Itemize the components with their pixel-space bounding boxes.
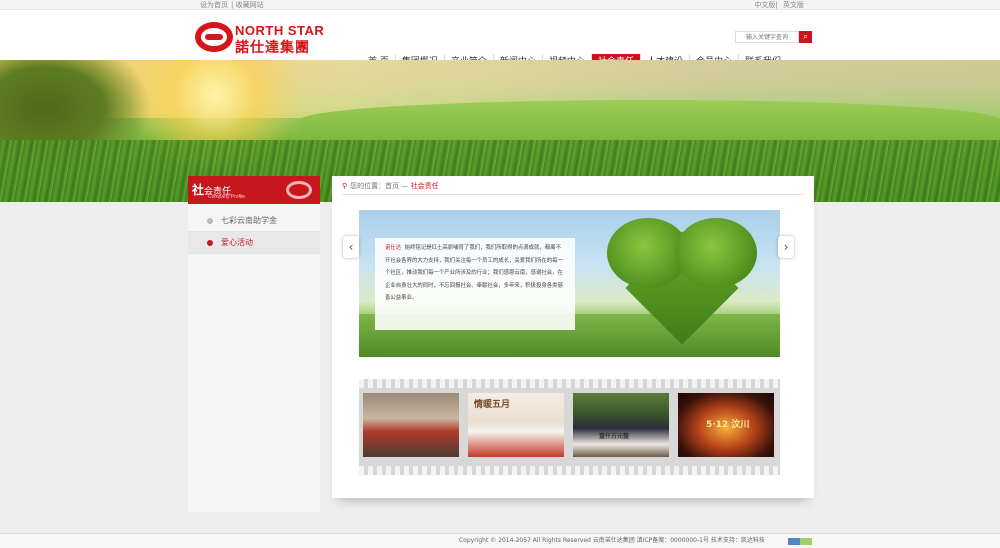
heart-tree-icon: [607, 218, 757, 345]
logo[interactable]: NORTH STAR 諾仕達集團: [195, 22, 325, 62]
bullet-icon: [207, 218, 213, 224]
header: NORTH STAR 諾仕達集團 ⌕ 首 页 集团概况 产业简介 新闻中心 视频…: [0, 10, 1000, 70]
sidebar-header: 社会责任 Company Profile: [188, 176, 320, 204]
content-panel: ⚲ 您的位置：首页 — 社会责任 诺仕达 始终铭记是红土高原哺育了我们，我们所取得…: [332, 176, 814, 498]
photo-caption: 情暖五月: [474, 400, 511, 410]
sidebar-item-charity[interactable]: 爱心活动: [188, 232, 320, 254]
intro-brand: 诺仕达: [385, 245, 402, 251]
language-switch: 中文版| 英文版: [754, 1, 804, 9]
set-homepage-link[interactable]: 设为首页: [200, 1, 228, 9]
logo-english: NORTH STAR: [235, 23, 325, 38]
children-performance-photo[interactable]: 情暖五月: [468, 393, 564, 457]
footer-copyright: Copyright © 2014-2057 All Rights Reserve…: [459, 537, 765, 544]
bullet-icon: [207, 240, 213, 246]
breadcrumb: ⚲ 您的位置：首页 — 社会责任: [342, 181, 439, 191]
top-bar: 设为首页 | 收藏网站 中文版| 英文版: [0, 0, 1000, 10]
candle-heart-photo[interactable]: 5·12 汶川: [678, 393, 774, 457]
sidebar-item-scholarship[interactable]: 七彩云南助学金: [188, 210, 320, 232]
sidebar: 社会责任 Company Profile 七彩云南助学金 爱心活动: [188, 176, 320, 512]
lang-english-link[interactable]: 英文版: [783, 1, 804, 9]
partner-badge-icon[interactable]: [788, 538, 812, 545]
intro-paragraph: 始终铭记是红土高原哺育了我们，我们所取得的点滴成就，都离不开社会各界的大力支持，…: [385, 245, 563, 301]
logo-mark-icon: [195, 22, 233, 52]
search-icon[interactable]: ⌕: [799, 31, 812, 43]
divider: [342, 194, 804, 195]
breadcrumb-prefix: 您的位置：: [350, 182, 386, 190]
sidebar-logo-icon: [286, 181, 312, 199]
photo-caption: 5·12 汶川: [706, 420, 750, 430]
lang-chinese-link[interactable]: 中文版: [754, 1, 775, 9]
sidebar-item-label: 爱心活动: [221, 238, 253, 247]
breadcrumb-home[interactable]: 首页: [385, 182, 399, 190]
photo-gallery: 情暖五月 壹仟万元整 5·12 汶川: [359, 379, 780, 475]
sidebar-subtitle: Company Profile: [208, 194, 245, 200]
footer: Copyright © 2014-2057 All Rights Reserve…: [0, 533, 1000, 548]
breadcrumb-current: 社会责任: [410, 182, 439, 190]
chevron-left-icon[interactable]: ‹: [343, 236, 359, 258]
breadcrumb-separator: —: [401, 182, 409, 190]
logo-chinese: 諾仕達集團: [235, 39, 310, 55]
search-box: ⌕: [735, 31, 812, 43]
intro-text-box: 诺仕达 始终铭记是红土高原哺育了我们，我们所取得的点滴成就，都离不开社会各界的大…: [375, 238, 575, 330]
sidebar-item-label: 七彩云南助学金: [221, 216, 277, 225]
bookmark-link[interactable]: 收藏网站: [236, 1, 264, 9]
top-links: 设为首页 | 收藏网站: [200, 1, 264, 9]
donation-check-photo[interactable]: 壹仟万元整: [573, 393, 669, 457]
sidebar-menu: 七彩云南助学金 爱心活动: [188, 210, 320, 254]
photo-caption: 壹仟万元整: [599, 433, 630, 440]
intro-image: 诺仕达 始终铭记是红土高原哺育了我们，我们所取得的点滴成就，都离不开社会各界的大…: [359, 210, 780, 357]
chevron-right-icon[interactable]: ›: [778, 236, 794, 258]
location-pin-icon: ⚲: [342, 182, 348, 190]
award-ceremony-photo[interactable]: [363, 393, 459, 457]
search-input[interactable]: [735, 31, 799, 43]
